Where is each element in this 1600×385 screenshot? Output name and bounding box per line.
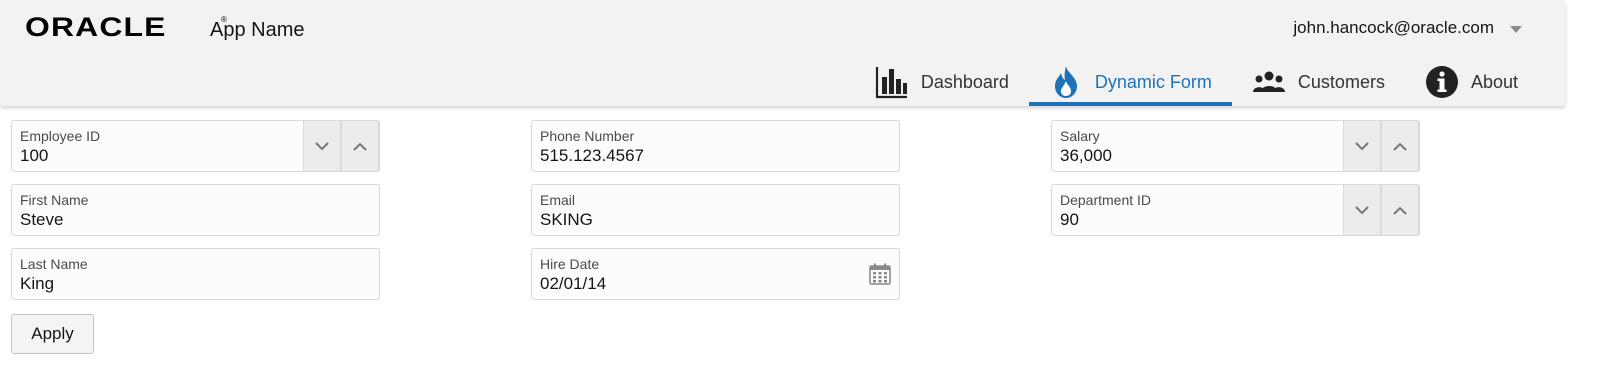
last-name-field[interactable]: Last Name bbox=[11, 248, 380, 300]
decrement-button[interactable] bbox=[1343, 184, 1381, 236]
employee-id-field[interactable]: Employee ID bbox=[11, 120, 380, 172]
phone-number-label: Phone Number bbox=[540, 128, 635, 144]
department-id-field[interactable]: Department ID bbox=[1051, 184, 1420, 236]
first-name-field[interactable]: First Name bbox=[11, 184, 380, 236]
nav-item-label: About bbox=[1470, 71, 1518, 92]
hire-date-label: Hire Date bbox=[540, 256, 600, 272]
nav-item-dynamic-form[interactable]: Dynamic Form bbox=[1028, 60, 1232, 106]
flame-icon bbox=[1049, 65, 1083, 99]
hire-date-input[interactable] bbox=[540, 274, 840, 294]
salary-field[interactable]: Salary bbox=[1051, 120, 1420, 172]
nav-item-about[interactable]: About bbox=[1405, 60, 1538, 106]
first-name-label: First Name bbox=[20, 192, 89, 208]
first-name-input[interactable] bbox=[20, 210, 370, 230]
decrement-button[interactable] bbox=[1343, 120, 1381, 172]
chevron-down-icon bbox=[315, 141, 329, 150]
phone-number-field[interactable]: Phone Number bbox=[531, 120, 900, 172]
chevron-up-icon bbox=[353, 142, 367, 151]
nav-item-label: Dynamic Form bbox=[1094, 71, 1212, 92]
oracle-logo: ORACLE ® bbox=[25, 14, 227, 41]
chevron-up-icon bbox=[1393, 206, 1407, 215]
chevron-up-icon bbox=[1393, 142, 1407, 151]
salary-label: Salary bbox=[1060, 128, 1100, 144]
chevron-down-icon bbox=[1355, 205, 1369, 214]
app-name: App Name bbox=[210, 19, 305, 41]
nav-item-label: Customers bbox=[1297, 71, 1385, 92]
logo-text: ORACLE bbox=[25, 12, 167, 42]
phone-number-input[interactable] bbox=[540, 146, 890, 166]
email-input[interactable] bbox=[540, 210, 890, 230]
last-name-input[interactable] bbox=[20, 274, 370, 294]
employee-id-input[interactable] bbox=[20, 146, 300, 166]
apply-button[interactable]: Apply bbox=[11, 314, 94, 354]
increment-button[interactable] bbox=[1381, 184, 1419, 236]
employee-id-label: Employee ID bbox=[20, 128, 101, 144]
decrement-button[interactable] bbox=[303, 120, 341, 172]
email-field[interactable]: Email bbox=[531, 184, 900, 236]
people-icon bbox=[1252, 65, 1286, 99]
salary-input[interactable] bbox=[1060, 146, 1340, 166]
chevron-down-icon bbox=[1510, 25, 1522, 33]
nav-item-customers[interactable]: Customers bbox=[1232, 60, 1405, 106]
email-label: Email bbox=[540, 192, 576, 208]
calendar-icon[interactable] bbox=[869, 263, 891, 290]
nav-item-dashboard[interactable]: Dashboard bbox=[855, 60, 1029, 106]
hire-date-field[interactable]: Hire Date bbox=[531, 248, 900, 300]
app-header: ORACLE ® App Name john.hancock@oracle.co… bbox=[0, 0, 1565, 106]
increment-button[interactable] bbox=[341, 120, 379, 172]
increment-button[interactable] bbox=[1381, 120, 1419, 172]
bar-chart-icon bbox=[875, 65, 909, 99]
department-id-label: Department ID bbox=[1060, 192, 1152, 208]
main-navigation: Dashboard Dynamic Form Customers About bbox=[855, 60, 1538, 106]
info-icon bbox=[1425, 65, 1459, 99]
user-name: john.hancock@oracle.com bbox=[1293, 18, 1494, 37]
chevron-down-icon bbox=[1355, 141, 1369, 150]
user-menu[interactable]: john.hancock@oracle.com bbox=[1293, 18, 1522, 38]
nav-item-label: Dashboard bbox=[920, 71, 1009, 92]
department-id-input[interactable] bbox=[1060, 210, 1340, 230]
last-name-label: Last Name bbox=[20, 256, 88, 272]
